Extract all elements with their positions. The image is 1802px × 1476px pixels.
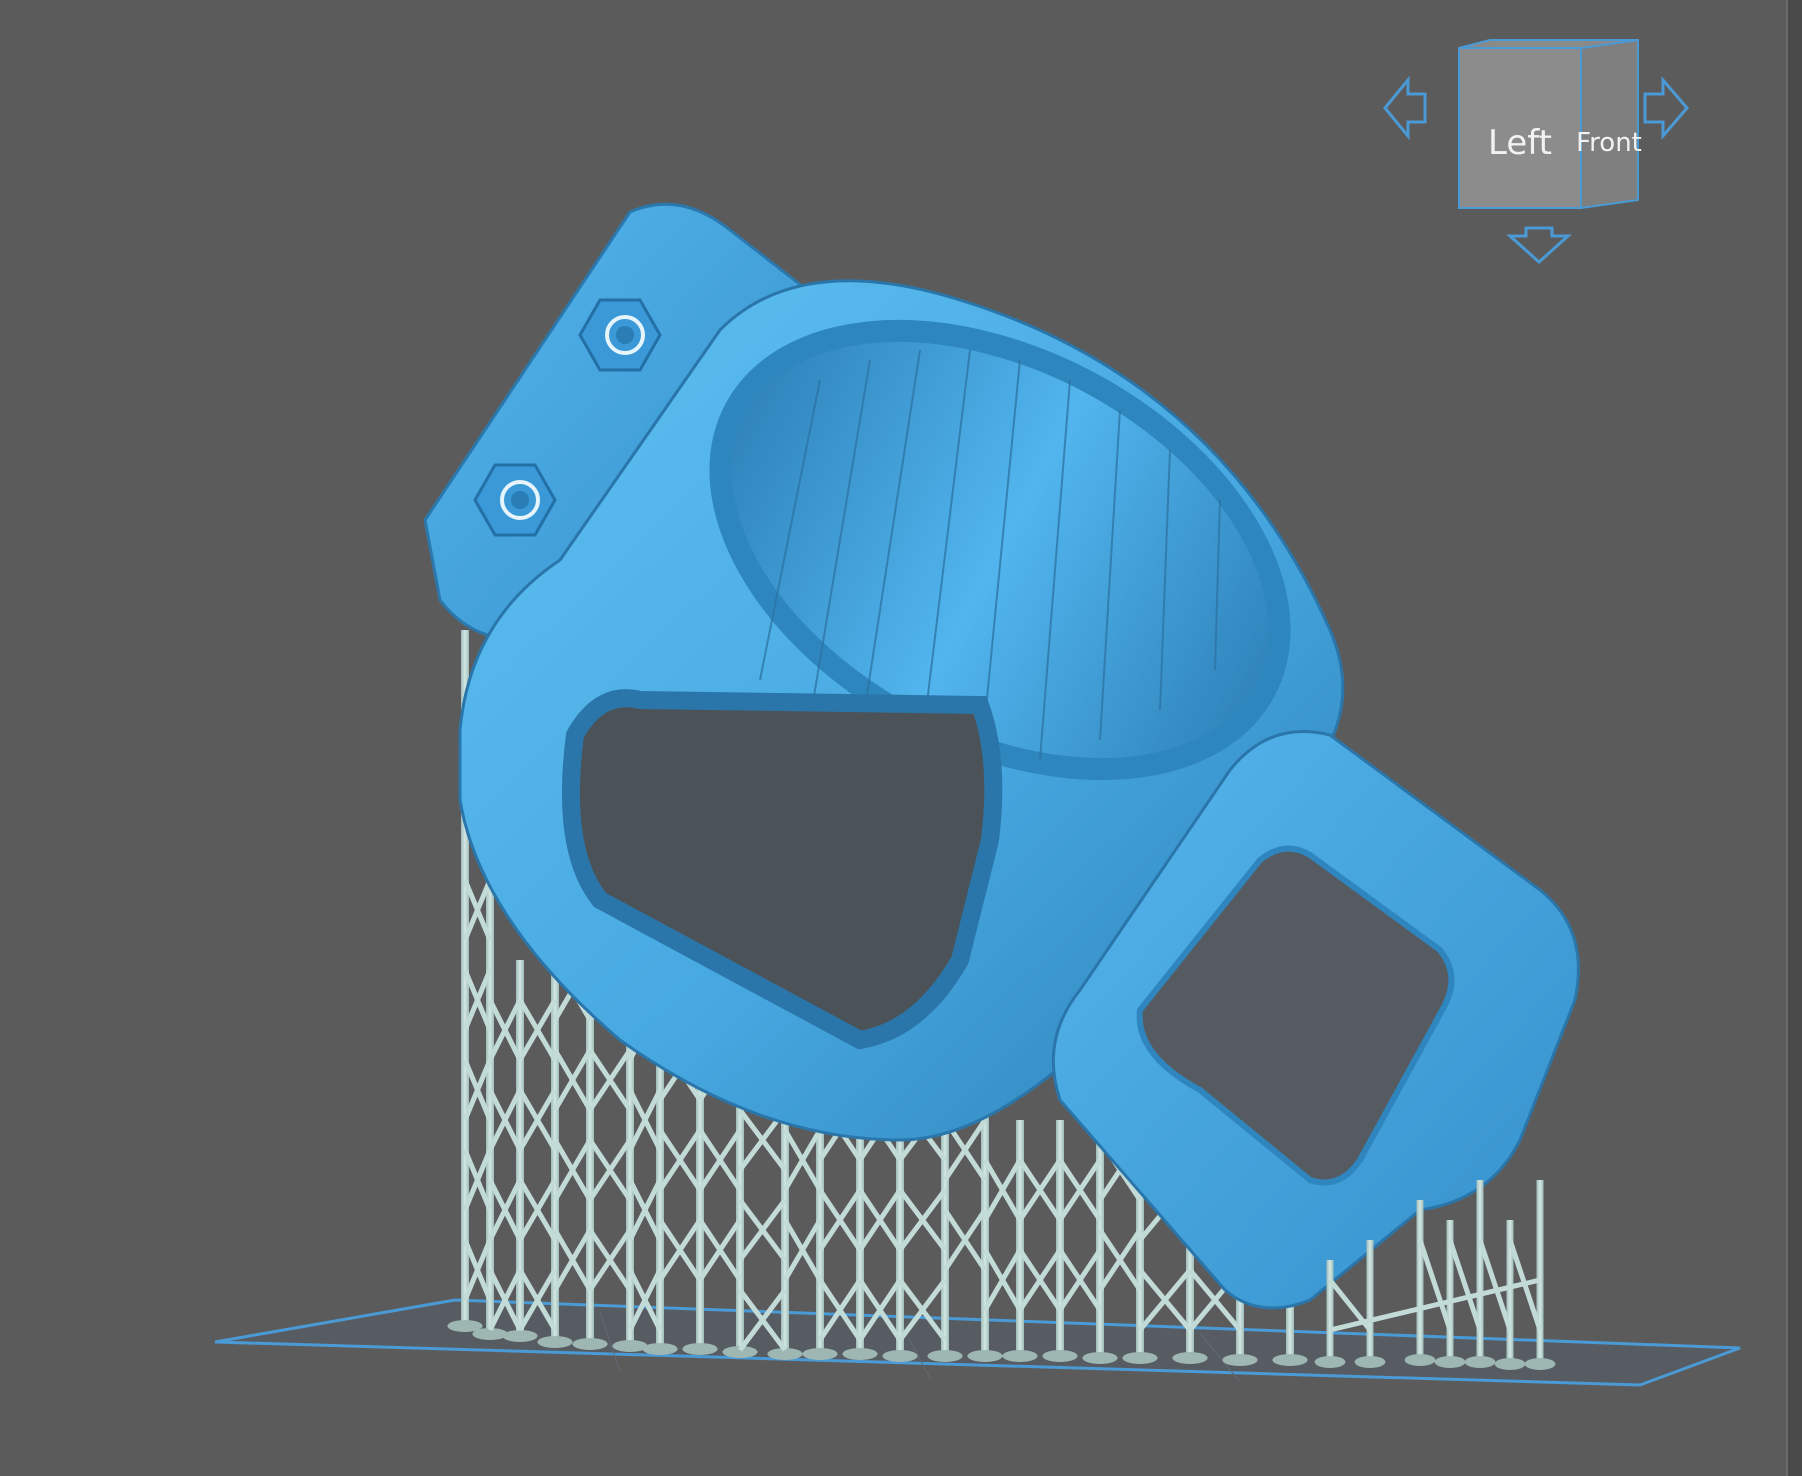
support-column [1416,1200,1424,1356]
support-base [1494,1358,1526,1370]
support-base [1222,1354,1258,1366]
support-base [537,1336,573,1348]
support-base [1314,1356,1346,1368]
support-base [1404,1354,1436,1366]
arrow-left-icon[interactable] [1383,75,1427,141]
support-base [802,1348,838,1360]
arrow-down-icon[interactable] [1506,226,1572,265]
support-base [1082,1352,1118,1364]
support-base [1122,1352,1158,1364]
support-base [1434,1356,1466,1368]
support-base [502,1330,538,1342]
support-column [1476,1180,1484,1358]
support-base [1354,1356,1386,1368]
clamp-model [423,202,1580,1310]
support-column [1056,1120,1064,1352]
support-base [927,1350,963,1362]
support-column [1326,1260,1334,1358]
support-column [1536,1180,1544,1360]
view-cube[interactable]: Left Front [1458,38,1642,210]
support-base [1172,1352,1208,1364]
support-brace [1477,1239,1513,1331]
support-brace [1417,1239,1453,1331]
support-base [1042,1350,1078,1362]
arrow-right-icon[interactable] [1643,75,1689,141]
support-column [1016,1120,1024,1352]
support-base [572,1338,608,1350]
support-base [612,1340,648,1352]
support-base [642,1343,678,1355]
navigation-cube[interactable]: Left Front [1380,36,1710,276]
cube-face-front[interactable]: Front [1576,128,1642,158]
support-base [682,1343,718,1355]
support-base [1272,1354,1308,1366]
support-base [1464,1356,1496,1368]
cube-face-left[interactable]: Left [1488,123,1552,163]
support-brace [1447,1239,1483,1331]
support-column [486,840,494,1330]
support-column [1366,1240,1374,1358]
support-base [1524,1358,1556,1370]
support-base [882,1350,918,1362]
support-base [1002,1350,1038,1362]
support-brace [1328,1278,1372,1332]
support-base [967,1350,1003,1362]
support-base [842,1348,878,1360]
viewport-scrollbar[interactable] [1786,0,1802,1476]
